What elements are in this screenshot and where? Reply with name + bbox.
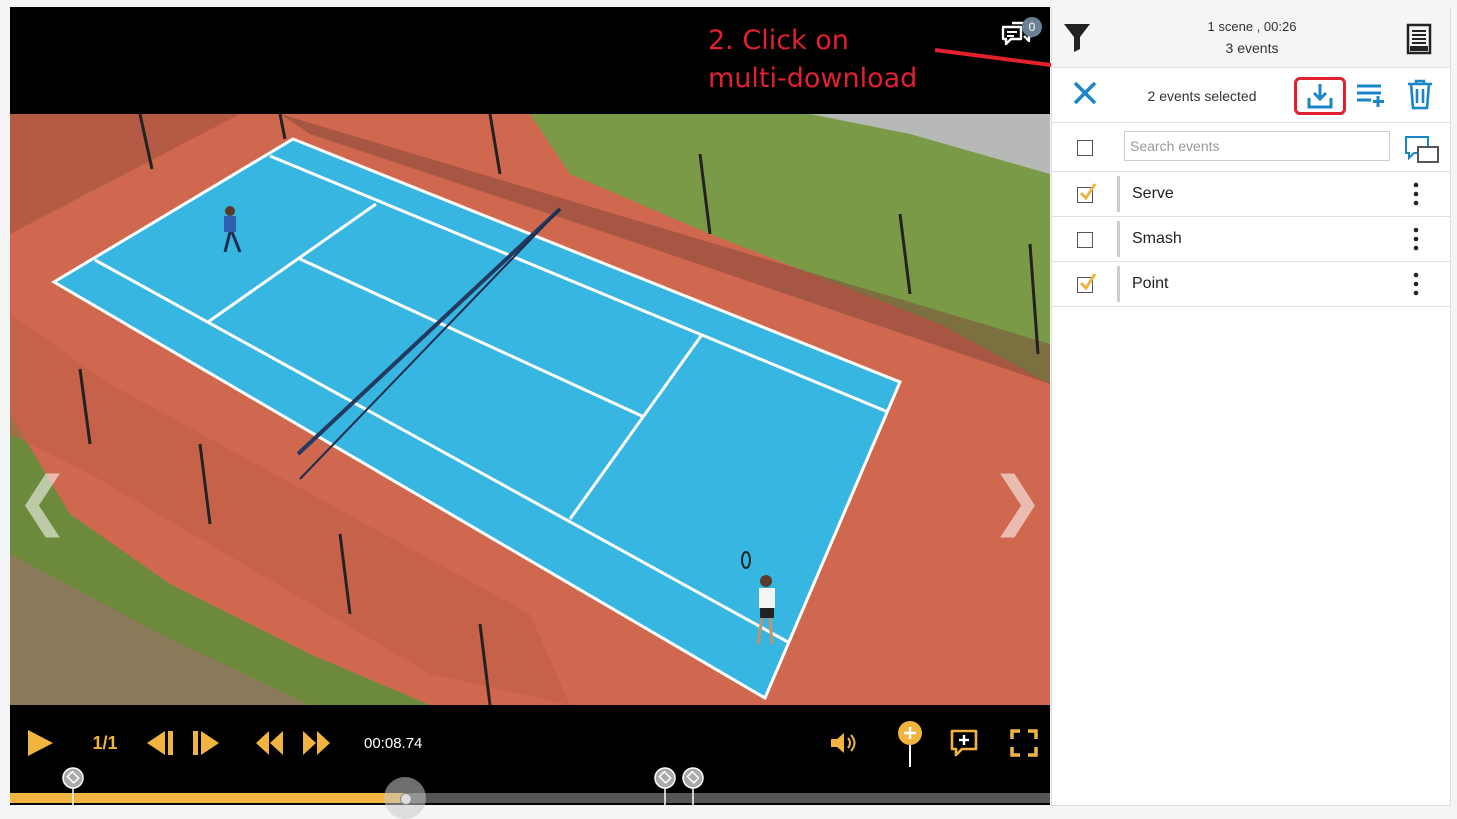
scene-info-text: 1 scene , 00:26 [1207, 19, 1297, 34]
trash-icon [1408, 79, 1432, 110]
checkmark-icon [1079, 273, 1097, 291]
previous-frame-button[interactable] [144, 725, 176, 761]
player-controls: 1/1 00:08.74 [10, 705, 1050, 819]
rewind-icon [256, 731, 283, 755]
scene-summary: 1 scene , 00:26 3 events [1162, 19, 1342, 56]
event-color-divider [1117, 221, 1120, 257]
events-panel: 1 scene , 00:26 3 events 2 events select… [1051, 7, 1451, 806]
tag-marker[interactable] [653, 767, 677, 807]
add-tag-pin-icon [898, 721, 922, 767]
event-row[interactable]: Smash [1052, 217, 1450, 262]
add-comment-button[interactable] [948, 725, 980, 761]
search-events-input[interactable] [1124, 131, 1390, 161]
event-row[interactable]: Point [1052, 262, 1450, 307]
playlist-add-icon [1357, 84, 1384, 107]
event-checkbox[interactable] [1077, 232, 1093, 248]
timeline-bar[interactable] [10, 777, 1050, 819]
volume-button[interactable] [828, 725, 860, 761]
comments-button[interactable]: 0 [1000, 15, 1042, 55]
rewind-button[interactable] [254, 725, 286, 761]
event-name: Serve [1132, 185, 1174, 202]
selection-bar: 2 events selected [1052, 68, 1450, 123]
tag-marker[interactable] [61, 767, 85, 807]
event-color-divider [1117, 266, 1120, 302]
list-view-button[interactable] [1406, 23, 1434, 55]
play-icon [28, 730, 53, 756]
filter-icon [1064, 24, 1090, 52]
timecode: 00:08.74 [364, 735, 423, 752]
event-more-button[interactable] [1407, 270, 1425, 298]
checkmark-icon [1079, 183, 1097, 201]
filter-button[interactable] [1062, 21, 1092, 55]
event-more-button[interactable] [1407, 180, 1425, 208]
panel-header: 1 scene , 00:26 3 events [1052, 7, 1450, 68]
instruction-annotation: 2. Click on multi-download [708, 25, 918, 94]
step-forward-icon [193, 731, 219, 755]
fast-forward-button[interactable] [300, 725, 332, 761]
delete-button[interactable] [1406, 78, 1436, 110]
comments-count-badge: 0 [1022, 17, 1042, 37]
add-tag-button[interactable] [894, 719, 926, 769]
playback-speed-button[interactable]: 1/1 [90, 725, 120, 761]
tag-pin-icon [62, 767, 85, 805]
playback-speed-label: 1/1 [92, 732, 118, 753]
comments-toggle-button[interactable] [1404, 135, 1440, 165]
more-vertical-icon [1413, 182, 1419, 206]
volume-icon [831, 733, 856, 753]
event-name: Smash [1132, 230, 1182, 247]
selected-count-label: 2 events selected [1147, 88, 1257, 104]
event-color-divider [1117, 176, 1120, 212]
add-to-playlist-button[interactable] [1355, 80, 1387, 110]
previous-scene-arrow[interactable]: ❮ [16, 469, 70, 533]
next-frame-button[interactable] [190, 725, 222, 761]
fullscreen-button[interactable] [1008, 725, 1040, 761]
play-button[interactable] [24, 725, 56, 761]
more-vertical-icon [1413, 272, 1419, 296]
next-scene-arrow[interactable]: ❯ [990, 469, 1044, 533]
add-comment-icon [950, 729, 978, 757]
fullscreen-icon [1010, 729, 1038, 757]
tag-pin-icon [682, 767, 705, 805]
download-icon [1307, 84, 1333, 109]
fast-forward-icon [303, 731, 330, 755]
tennis-court-image [10, 114, 1050, 705]
event-name: Point [1132, 275, 1169, 292]
comments-panel-icon [1405, 136, 1439, 163]
event-checkbox[interactable] [1077, 273, 1097, 293]
tag-marker[interactable] [681, 767, 705, 807]
select-all-checkbox[interactable] [1077, 140, 1093, 156]
event-checkbox[interactable] [1077, 183, 1097, 203]
tag-pin-icon [654, 767, 676, 805]
search-row [1052, 123, 1450, 172]
event-more-button[interactable] [1407, 225, 1425, 253]
multi-download-button[interactable] [1294, 77, 1346, 115]
clear-selection-button[interactable] [1072, 80, 1098, 106]
close-icon [1073, 81, 1097, 105]
event-row[interactable]: Serve [1052, 172, 1450, 217]
video-player[interactable]: 0 ❮ ❯ 1/1 00:08.74 [10, 7, 1050, 819]
document-list-icon [1406, 23, 1432, 55]
video-frame[interactable]: ❮ ❯ [10, 114, 1050, 705]
events-count-text: 3 events [1225, 40, 1279, 56]
timeline-scrubber[interactable] [384, 777, 427, 819]
more-vertical-icon [1413, 227, 1419, 251]
step-back-icon [147, 731, 173, 755]
